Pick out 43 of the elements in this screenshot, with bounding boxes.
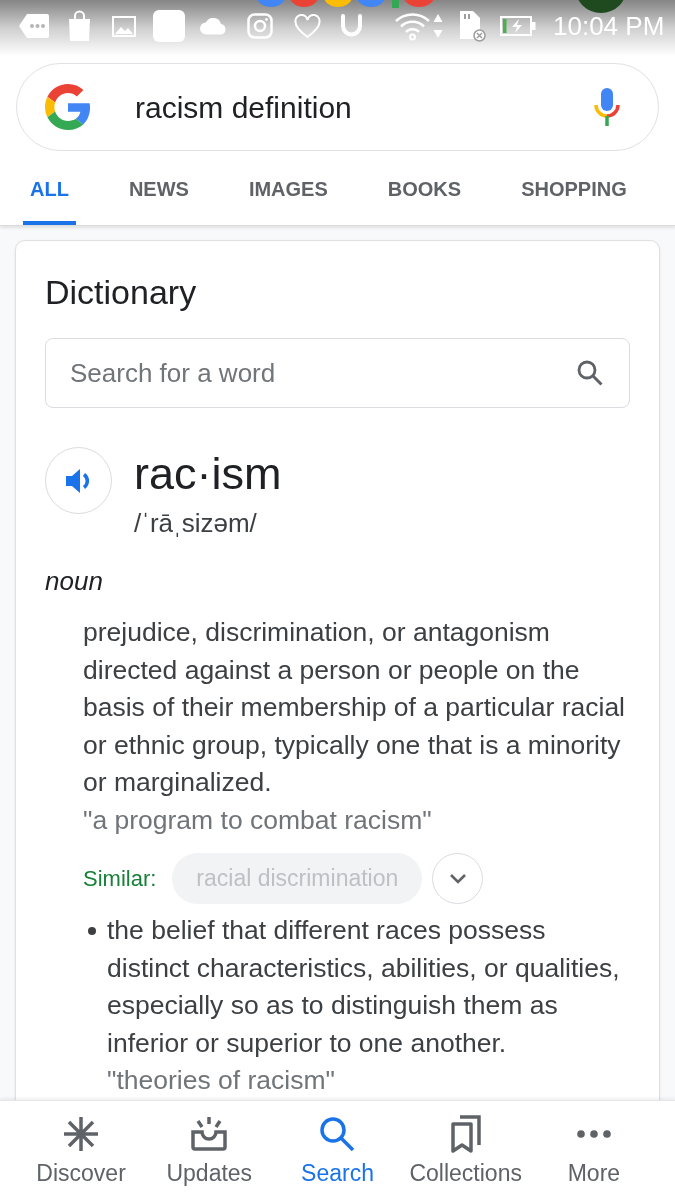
word-search-field[interactable]: Search for a word [45,338,630,408]
search-icon[interactable] [577,360,603,386]
search-input[interactable]: racism definition [135,84,594,130]
more-icon [575,1130,612,1138]
data-arrows-icon [433,13,443,39]
card-title: Dictionary [45,272,198,312]
nav-tab[interactable]: Updates [145,1101,274,1200]
nav-tab[interactable]: Discover [17,1101,146,1200]
example-text: "theories of racism" [107,1064,336,1097]
part-of-speech: noun [45,566,104,596]
tab[interactable]: SHOPPING [514,151,634,225]
asterisk-icon [63,1116,100,1152]
bookmarks-icon [449,1115,482,1153]
tab[interactable]: BOOKS [380,151,469,225]
search-icon [319,1116,356,1152]
search-bar[interactable]: racism definition [16,63,659,151]
tab[interactable]: NEWS [121,151,196,225]
definition-text: prejudice, discrimination, or antagonism directed against a person or people on the basis of their membership of a particular racial or ethnic group, typically one that is a minority or marginalized. [83,616,626,799]
camera-icon [247,13,273,39]
app-tile-icon [153,10,185,42]
logo-icon [45,84,91,130]
pronunciation: /ˈrāˌsizəm/ [134,507,258,539]
shopping-bag-icon [67,10,92,42]
wifi-icon [394,11,431,41]
example-text: "a program to combat racism" [83,803,433,837]
tab[interactable]: IMAGES [241,151,335,225]
image-icon [112,15,136,37]
message-icon [18,13,50,39]
battery-icon [500,16,536,36]
headword: rac·ism [134,447,282,501]
chevron-icon [448,873,467,884]
definition-text: the belief that different races possess distinct characteristics, abilities, or qualities, especially so as to distinguish them as inferior or superior to one another. [107,914,621,1060]
tray-icon [190,1116,229,1152]
status-time: 10:04 PM [553,13,665,39]
sd-card-icon [458,10,486,42]
nav-tab[interactable]: More [529,1101,658,1200]
nav-tab[interactable]: Collections [401,1101,530,1200]
heart-icon [294,13,321,39]
microphone-icon[interactable] [594,88,620,126]
bullet-icon [88,927,96,935]
similar-label: Similar: [83,865,157,893]
u-shape-icon [340,13,363,39]
nav-tab[interactable]: Search [273,1101,402,1200]
